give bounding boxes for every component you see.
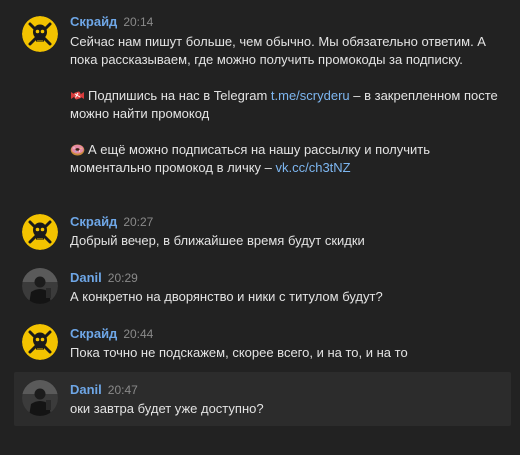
- message-time[interactable]: 20:44: [123, 327, 153, 341]
- message-item: Скрайд 20:27 Добрый вечер, в ближайшее вр…: [14, 204, 511, 254]
- user-photo-avatar[interactable]: [22, 380, 58, 416]
- message-item-highlighted[interactable]: Danil 20:47 оки завтра будет уже доступно…: [14, 372, 511, 426]
- message-paragraph: Сейчас нам пишут больше, чем обычно. Мы …: [70, 34, 486, 67]
- message-text: Пока точно не подскажем, скорее всего, и…: [70, 345, 408, 360]
- promo-telegram-text: Подпишись на нас в Telegram: [88, 88, 271, 103]
- message-item: Скрайд 20:14 Сейчас нам пишут больше, чем…: [14, 6, 511, 194]
- message-text: А конкретно на дворянство и ники с титул…: [70, 289, 383, 304]
- author-name[interactable]: Danil: [70, 382, 102, 397]
- message-text: Добрый вечер, в ближайшее время будут ск…: [70, 233, 365, 248]
- candy-icon: [70, 89, 85, 102]
- message-paragraph: Подпишись на нас в Telegram t.me/scryder…: [70, 87, 503, 123]
- skull-logo-avatar[interactable]: [22, 16, 58, 52]
- message-item: Danil 20:29 А конкретно на дворянство и н…: [14, 258, 511, 310]
- message-paragraph: А ещё можно подписаться на нашу рассылку…: [70, 141, 503, 177]
- donut-icon: [70, 143, 85, 156]
- promo-newsletter-text: А ещё можно подписаться на нашу рассылку…: [70, 142, 430, 175]
- message-text: Сейчас нам пишут больше, чем обычно. Мы …: [70, 33, 503, 177]
- skull-logo-avatar[interactable]: [22, 214, 58, 250]
- message-header: Скрайд 20:27: [70, 214, 153, 230]
- author-name[interactable]: Скрайд: [70, 326, 117, 341]
- newsletter-link[interactable]: vk.cc/ch3tNZ: [276, 160, 351, 175]
- author-name[interactable]: Скрайд: [70, 214, 117, 229]
- message-header: Danil 20:47: [70, 382, 138, 398]
- user-photo-avatar[interactable]: [22, 268, 58, 304]
- message-time[interactable]: 20:14: [123, 15, 153, 29]
- message-header: Скрайд 20:44: [70, 326, 153, 342]
- message-time[interactable]: 20:29: [108, 271, 138, 285]
- message-header: Скрайд 20:14: [70, 14, 153, 30]
- message-item: Скрайд 20:44 Пока точно не подскажем, ско…: [14, 314, 511, 366]
- message-time[interactable]: 20:27: [123, 215, 153, 229]
- author-name[interactable]: Скрайд: [70, 14, 117, 29]
- author-name[interactable]: Danil: [70, 270, 102, 285]
- skull-logo-avatar[interactable]: [22, 324, 58, 360]
- message-text: оки завтра будет уже доступно?: [70, 401, 264, 416]
- telegram-link[interactable]: t.me/scryderu: [271, 88, 350, 103]
- message-header: Danil 20:29: [70, 270, 138, 286]
- chat-history: Скрайд 20:14 Сейчас нам пишут больше, чем…: [0, 0, 520, 455]
- message-time[interactable]: 20:47: [108, 383, 138, 397]
